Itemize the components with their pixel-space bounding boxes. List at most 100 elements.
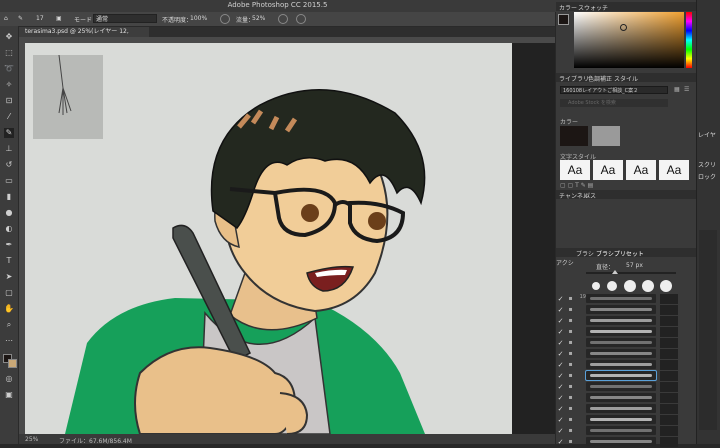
marquee-tool-icon[interactable]: ⬚ xyxy=(4,48,14,58)
history-brush-tool-icon[interactable]: ↺ xyxy=(4,160,14,170)
layer-link-icon[interactable]: ▪ xyxy=(566,404,575,414)
dodge-tool-icon[interactable]: ◐ xyxy=(4,224,14,234)
lasso-tool-icon[interactable]: ➰ xyxy=(4,64,14,74)
brush-tip-thumbnail[interactable] xyxy=(660,360,678,370)
brush-tool-icon[interactable]: ✎ xyxy=(18,15,23,22)
brush-stroke-preview[interactable] xyxy=(586,349,656,358)
layer-link-icon[interactable]: ▪ xyxy=(566,415,575,425)
char-style-2[interactable]: Aa xyxy=(593,160,623,180)
hand-tool-icon[interactable]: ✋ xyxy=(4,304,14,314)
quick-mask-icon[interactable]: ◎ xyxy=(4,374,14,384)
char-style-3[interactable]: Aa xyxy=(626,160,656,180)
library-color-swatch-gray[interactable] xyxy=(592,126,620,146)
color-picker-cursor[interactable] xyxy=(620,24,627,31)
move-tool-icon[interactable]: ✥ xyxy=(4,32,14,42)
stock-search-input[interactable]: Adobe Stock を検索 xyxy=(560,99,668,107)
brush-stroke-preview[interactable] xyxy=(586,404,656,413)
visibility-check-icon[interactable]: ✓ xyxy=(556,437,565,447)
brush-stroke-preview[interactable] xyxy=(586,360,656,369)
type-tool-icon[interactable]: T xyxy=(4,256,14,266)
brush-stroke-preview[interactable] xyxy=(586,426,656,435)
brush-tip-thumbnail[interactable] xyxy=(660,316,678,326)
brush-tool-icon[interactable]: ✎ xyxy=(4,128,14,138)
brush-preset-row[interactable]: ✓ ▪ xyxy=(556,382,678,393)
mode-select[interactable]: 通常 xyxy=(93,14,157,23)
canvas-area[interactable] xyxy=(25,43,555,434)
airbrush-icon[interactable] xyxy=(278,14,288,24)
visibility-check-icon[interactable]: ✓ xyxy=(556,360,565,370)
shape-tool-icon[interactable]: ▢ xyxy=(4,288,14,298)
library-color-swatch-dark[interactable] xyxy=(560,126,588,146)
brush-tip-thumbnail[interactable] xyxy=(660,349,678,359)
tab-adjustments[interactable]: 色調補正 xyxy=(588,74,612,83)
brush-tip-thumbnail[interactable] xyxy=(660,426,678,436)
tab-styles[interactable]: スタイル xyxy=(614,74,638,83)
brush-preset-row[interactable]: ✓ ▪ xyxy=(556,370,678,382)
brush-tip-thumbnail[interactable] xyxy=(660,305,678,315)
crop-tool-icon[interactable]: ⊡ xyxy=(4,96,14,106)
visibility-check-icon[interactable]: ✓ xyxy=(556,327,565,337)
quick-select-tool-icon[interactable]: ✧ xyxy=(4,80,14,90)
visibility-check-icon[interactable]: ✓ xyxy=(556,415,565,425)
brush-tip-thumbnail[interactable] xyxy=(660,382,678,392)
layers-tab[interactable]: レイヤ xyxy=(698,130,716,139)
visibility-check-icon[interactable]: ✓ xyxy=(556,382,565,392)
brush-preset-row[interactable]: ✓ ▪ xyxy=(556,437,678,448)
eraser-tool-icon[interactable]: ▭ xyxy=(4,176,14,186)
layers-thumbnails[interactable] xyxy=(699,230,717,430)
layer-link-icon[interactable]: ▪ xyxy=(566,294,575,304)
brush-tip-thumbnail[interactable] xyxy=(660,415,678,425)
layer-link-icon[interactable]: ▪ xyxy=(566,437,575,447)
brush-preset-row[interactable]: ✓ ▪ xyxy=(556,360,678,371)
brush-panel-icon[interactable]: ▣ xyxy=(56,15,62,22)
brush-tip-thumbnail[interactable] xyxy=(660,437,678,447)
visibility-check-icon[interactable]: ✓ xyxy=(556,294,565,304)
brush-stroke-preview[interactable] xyxy=(586,305,656,314)
brush-tip-thumbnail[interactable] xyxy=(660,294,678,304)
layer-link-icon[interactable]: ▪ xyxy=(566,349,575,359)
brush-preset-row[interactable]: ✓ ▪ xyxy=(556,338,678,349)
brush-stroke-preview[interactable] xyxy=(586,415,656,424)
visibility-check-icon[interactable]: ✓ xyxy=(556,371,565,381)
library-select[interactable]: 160108レイアウトご相談_C案２ xyxy=(560,86,668,94)
layer-link-icon[interactable]: ▪ xyxy=(566,371,575,381)
blur-tool-icon[interactable]: ● xyxy=(4,208,14,218)
visibility-check-icon[interactable]: ✓ xyxy=(556,316,565,326)
layer-link-icon[interactable]: ▪ xyxy=(566,360,575,370)
zoom-tool-icon[interactable]: ⌕ xyxy=(4,320,14,330)
background-color-swatch[interactable] xyxy=(8,359,17,368)
brush-preset-row[interactable]: ✓ ▪ xyxy=(556,426,678,437)
grid-view-icon[interactable]: ▦ xyxy=(674,86,680,93)
layer-link-icon[interactable]: ▪ xyxy=(566,382,575,392)
layer-link-icon[interactable]: ▪ xyxy=(566,426,575,436)
flow-value[interactable]: 52% xyxy=(252,15,265,22)
brush-stroke-preview[interactable] xyxy=(586,437,656,446)
more-tools-icon[interactable]: ⋯ xyxy=(4,336,14,346)
brush-stroke-preview[interactable] xyxy=(586,338,656,347)
tab-brush[interactable]: ブラシ xyxy=(576,249,594,258)
brush-tip-thumbnail[interactable] xyxy=(660,371,678,381)
tab-library[interactable]: ライブラリ xyxy=(559,74,589,83)
brush-preset-row[interactable]: ✓ ▪ 19 xyxy=(556,294,678,305)
char-style-4[interactable]: Aa xyxy=(659,160,689,180)
brush-stroke-preview[interactable] xyxy=(585,370,657,381)
brush-stroke-preview[interactable] xyxy=(586,382,656,391)
layer-link-icon[interactable]: ▪ xyxy=(566,393,575,403)
brush-size-slider-thumb[interactable] xyxy=(612,270,618,274)
tab-paths[interactable]: パス xyxy=(584,191,596,200)
layer-link-icon[interactable]: ▪ xyxy=(566,305,575,315)
pressure-size-icon[interactable] xyxy=(296,14,306,24)
brush-tip-thumbnail[interactable] xyxy=(660,338,678,348)
eyedropper-tool-icon[interactable]: ⁄ xyxy=(4,112,14,122)
brush-stroke-preview[interactable] xyxy=(586,316,656,325)
library-tools-icons[interactable]: ▢ ▢ T ✎ ▤ xyxy=(560,182,593,189)
brush-preset-row[interactable]: ✓ ▪ xyxy=(556,327,678,338)
char-style-1[interactable]: Aa xyxy=(560,160,590,180)
brush-size[interactable]: 17 xyxy=(36,15,44,22)
brush-preset-row[interactable]: ✓ ▪ xyxy=(556,404,678,415)
brush-preset-row[interactable]: ✓ ▪ xyxy=(556,305,678,316)
home-icon[interactable]: ⌂ xyxy=(4,15,8,22)
brush-stroke-preview[interactable] xyxy=(586,327,656,336)
path-select-tool-icon[interactable]: ➤ xyxy=(4,272,14,282)
brush-tip-thumbnail[interactable] xyxy=(660,393,678,403)
